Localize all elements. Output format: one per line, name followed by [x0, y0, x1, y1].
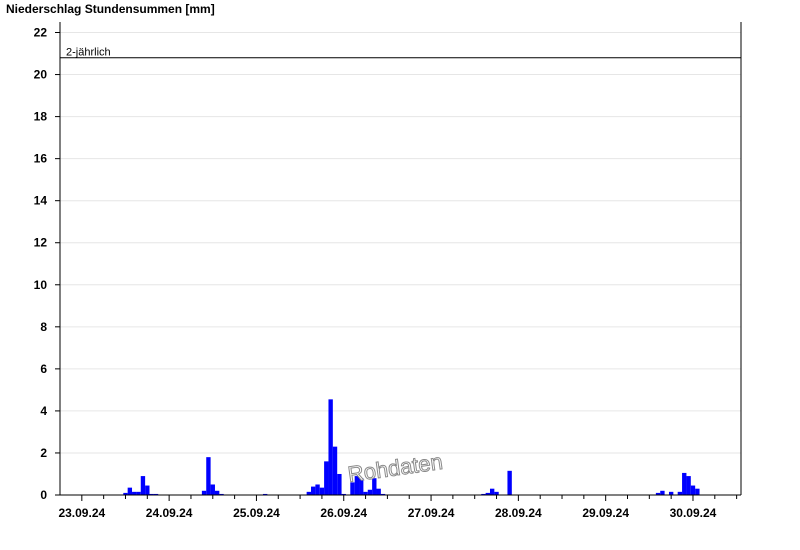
precip-bar	[206, 457, 211, 495]
bars-group	[123, 399, 700, 495]
precip-bar	[201, 490, 207, 495]
precip-bar	[332, 446, 338, 495]
y-tick-label: 2	[40, 446, 47, 460]
chart-title: Niederschlag Stundensummen [mm]	[6, 2, 215, 16]
x-tick-label: 27.09.24	[408, 506, 455, 520]
y-tick-label: 8	[40, 320, 47, 334]
precip-bar	[660, 490, 665, 495]
y-tick-label: 22	[34, 26, 48, 40]
y-axis-ticks: 0 2 4 6 8 10 12 14 16 18 20 22	[34, 26, 60, 502]
y-tick-label: 18	[34, 110, 48, 124]
precip-bar	[682, 472, 687, 495]
precip-bar	[324, 461, 329, 495]
precip-bar	[315, 484, 320, 495]
x-tick-label: 24.09.24	[146, 506, 193, 520]
precip-bar	[337, 473, 342, 495]
grid-lines	[60, 32, 741, 454]
y-tick-label: 10	[34, 278, 48, 292]
y-tick-label: 16	[34, 152, 48, 166]
precip-bar	[210, 484, 215, 495]
precip-bar	[376, 488, 381, 495]
y-tick-label: 20	[34, 68, 48, 82]
precip-bar	[489, 488, 495, 495]
y-tick-label: 6	[40, 362, 47, 376]
precip-bar	[140, 476, 146, 495]
precip-bar	[367, 489, 373, 495]
y-tick-label: 0	[40, 488, 47, 502]
x-tick-label: 26.09.24	[320, 506, 367, 520]
precip-bar	[127, 487, 133, 495]
precip-bar	[311, 486, 316, 495]
precip-bar	[507, 470, 512, 495]
axes-group	[59, 22, 742, 496]
x-axis-ticks: 23.09.24 24.09.24 25.09.24 26.09.24 27.09.24…	[58, 495, 738, 520]
precip-bar	[690, 485, 696, 495]
precip-bar	[319, 487, 325, 495]
y-tick-label: 4	[40, 404, 47, 418]
precipitation-chart: Niederschlag Stundensummen [mm] 2-jährli…	[6, 2, 742, 520]
reference-line-group: 2-jährlich	[60, 47, 741, 59]
x-tick-label: 30.09.24	[670, 506, 717, 520]
x-tick-label: 25.09.24	[233, 506, 280, 520]
reference-line-label: 2-jährlich	[66, 47, 111, 59]
watermark: Rohdaten	[346, 449, 444, 487]
precip-bar	[686, 476, 691, 495]
x-tick-label: 29.09.24	[582, 506, 629, 520]
x-tick-label: 28.09.24	[495, 506, 542, 520]
precip-bar	[214, 490, 220, 495]
y-tick-label: 14	[34, 194, 48, 208]
precip-bar	[145, 485, 150, 495]
precip-bar	[328, 399, 333, 495]
y-tick-label: 12	[34, 236, 48, 250]
x-tick-label: 23.09.24	[58, 506, 105, 520]
precip-bar	[695, 488, 700, 495]
